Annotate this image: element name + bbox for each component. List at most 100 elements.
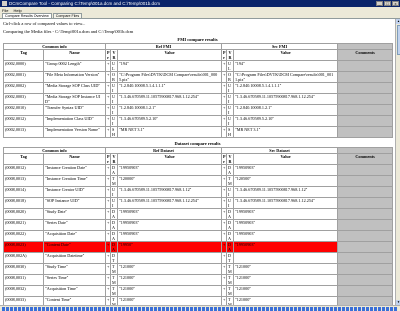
table-cell: "194" <box>233 60 339 72</box>
table-cell: "Transfer Syntax UID" <box>42 104 107 116</box>
table-row[interactable]: (0008,0018) "SOP Instance UID" + UI "1.3.46.… <box>3 197 394 209</box>
table-row[interactable]: (0008,0012) "Instance Creation Date" + DA "1… <box>3 164 394 176</box>
table-row[interactable]: (0008,0020) "Study Date" + DA "19950903" + DA "… <box>3 208 394 220</box>
table-cell: DA <box>226 219 235 231</box>
fmi-col-header: Tag <box>3 49 44 61</box>
table-cell: UI <box>110 197 119 209</box>
scroll-up-arrow-icon[interactable]: ▲ <box>396 19 400 24</box>
table-cell: UI <box>110 93 119 105</box>
tab-compare-results-overview[interactable]: Compare Results Overview <box>2 13 52 18</box>
table-row[interactable]: (0008,0022) "Acquisition Date" + DA "1995090… <box>3 230 394 242</box>
table-row[interactable]: (0008,0021) "Series Date" + DA "19950903" + DA… <box>3 219 394 231</box>
table-cell: (0008,0014) <box>3 186 44 198</box>
table-cell: (0002,0012) <box>3 115 44 127</box>
table-cell: "19950903" <box>117 208 223 220</box>
fmi-table-body: (0002,0000) "Group 0002 Length" + UL "194" + U… <box>3 60 394 138</box>
table-cell: TM <box>110 274 119 286</box>
table-row[interactable]: (0002,0001) "File Meta Information Versio… <box>3 71 394 83</box>
close-button[interactable]: x <box>392 1 399 6</box>
table-cell: "1.2.840.10008.5.1.4.1.1.1" <box>117 82 223 94</box>
menu-file[interactable]: File <box>2 8 8 13</box>
table-cell: "1.3.46.670589.5.2.10" <box>117 115 223 127</box>
fmi-section-title: FMI compare results <box>177 37 218 42</box>
table-cell: "121000" <box>117 285 223 297</box>
table-cell: UL <box>110 60 119 72</box>
table-cell: "Group 0002 Length" <box>42 60 107 72</box>
table-cell: DT <box>226 252 235 264</box>
table-row[interactable]: (0002,0002) "Media Storage SOP Class UID"… <box>3 82 394 94</box>
table-row[interactable]: (0008,0031) "Series Time" + TM "121000" + TM "1… <box>3 274 394 286</box>
table-cell: "1.3.46.670589.11.10575900817.968.1.12.2… <box>117 93 223 105</box>
table-row[interactable]: (0008,0032) "Acquisition Time" + TM "121000"… <box>3 285 394 297</box>
dataset-col-header: Comments <box>337 153 394 165</box>
dataset-table-body: (0008,0012) "Instance Creation Date" + DA "1… <box>3 164 394 305</box>
table-row[interactable]: (0002,0010) "Transfer Syntax UID" + UI "1.2.… <box>3 104 394 116</box>
table-cell: "1.3.46.670589.11.10575900817.968.1.12" <box>117 186 223 198</box>
maximize-button[interactable]: □ <box>384 1 391 6</box>
table-row[interactable]: (0008,0013) "Instance Creation Time" + TM "1… <box>3 175 394 187</box>
scroll-thumb[interactable] <box>396 25 400 55</box>
table-row[interactable]: (0008,0030) "Study Time" + TM "121000" + TM "12… <box>3 263 394 275</box>
dataset-col-header: Tag <box>3 153 44 165</box>
table-row[interactable]: (0002,0012) "Implementation Class UID" + UI… <box>3 115 394 127</box>
table-row[interactable]: (0008,0033) "Content Time" + TM "121000" + TM "… <box>3 296 394 305</box>
fmi-col-header: Value <box>233 49 339 61</box>
table-cell: (0002,0013) <box>3 126 44 138</box>
comparison-description: Comparing the Media files - C:\Temp\001a… <box>3 29 134 34</box>
table-cell: "Series Date" <box>42 219 107 231</box>
table-cell: "C:\Program Files\DVTK\DCM Compare\resul… <box>233 71 339 83</box>
window-title: DCmCompare Tool - Comparing C:\Temp\001a… <box>9 1 160 6</box>
comments-cell <box>337 274 394 286</box>
table-cell: TM <box>110 296 119 305</box>
table-row[interactable]: (0002,0000) "Group 0002 Length" + UL "194" + U… <box>3 60 394 72</box>
table-cell: TM <box>226 175 235 187</box>
comments-cell <box>337 241 394 253</box>
table-row[interactable]: (0002,0003) "Media Storage SOP Instance U… <box>3 93 394 105</box>
table-cell: "Media Storage SOP Class UID" <box>42 82 107 94</box>
table-cell: "File Meta Information Version" <box>42 71 107 83</box>
table-cell: "SOP Instance UID" <box>42 197 107 209</box>
table-cell <box>233 252 339 264</box>
comments-cell <box>337 186 394 198</box>
progress-bar <box>2 307 398 311</box>
comments-cell <box>337 104 394 116</box>
table-cell: (0002,0001) <box>3 71 44 83</box>
table-cell: DA <box>110 230 119 242</box>
vertical-scrollbar[interactable]: ▲ ▼ <box>395 19 400 305</box>
table-row[interactable]: (0008,002A) "Acquisition Datetime" + DT + DT <box>3 252 394 264</box>
table-cell: (0008,0022) <box>3 230 44 242</box>
table-cell: "Content Date" <box>42 241 107 253</box>
dataset-results-table: Common info Ref Dataset Src Dataset Tag N… <box>2 147 394 305</box>
app-icon <box>2 1 7 6</box>
comments-cell <box>337 115 394 127</box>
tab-compare-files[interactable]: Compare Files <box>52 13 83 18</box>
table-cell: "121000" <box>233 285 339 297</box>
table-cell: "121000" <box>233 274 339 286</box>
comments-cell <box>337 296 394 305</box>
table-row[interactable]: (0008,0014) "Instance Creator UID" + UI "1.3… <box>3 186 394 198</box>
table-cell: (0008,0012) <box>3 164 44 176</box>
table-row[interactable]: (0002,0013) "Implementation Version Name"… <box>3 126 394 138</box>
table-cell: "1.2.840.10008.1.2.1" <box>117 104 223 116</box>
table-cell: "Implementation Class UID" <box>42 115 107 127</box>
dataset-col-header: VR <box>226 153 235 165</box>
table-cell: (0002,0000) <box>3 60 44 72</box>
table-cell: DA <box>110 164 119 176</box>
table-cell: UL <box>226 60 235 72</box>
table-cell: "Instance Creation Time" <box>42 175 107 187</box>
comments-cell <box>337 126 394 138</box>
table-cell: UI <box>110 82 119 94</box>
table-cell: "1.3.46.670589.5.2.10" <box>233 115 339 127</box>
table-cell: (0002,0003) <box>3 93 44 105</box>
table-cell: "1.2.840.10008.5.1.4.1.1.1" <box>233 82 339 94</box>
table-cell: UI <box>226 115 235 127</box>
table-cell: UI <box>226 93 235 105</box>
comments-cell <box>337 164 394 176</box>
comments-cell <box>337 175 394 187</box>
table-cell: (0008,0020) <box>3 208 44 220</box>
results-pane: Ctrl-click a row of compared values to v… <box>0 19 395 305</box>
minimize-button[interactable]: _ <box>376 1 383 6</box>
table-row[interactable]: (0008,0023) "Content Date" + DA "19950" + DA "1… <box>3 241 394 253</box>
table-cell: UI <box>110 104 119 116</box>
menu-help[interactable]: Help <box>13 8 21 13</box>
